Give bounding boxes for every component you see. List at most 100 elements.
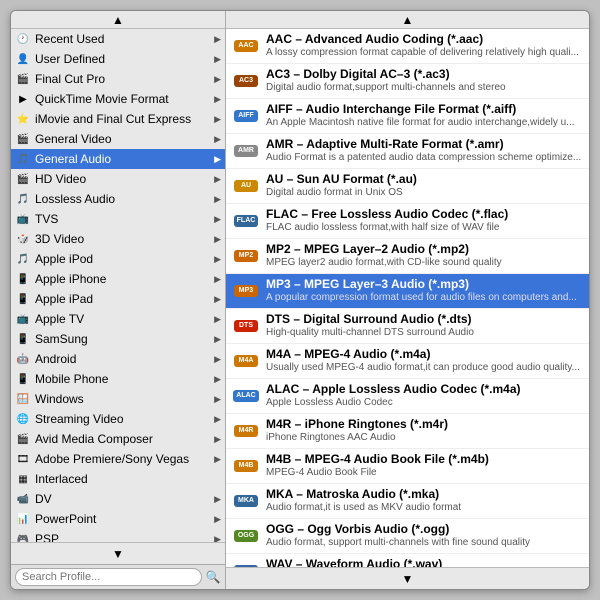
left-scroll-down-button[interactable]: ▼	[11, 542, 225, 564]
left-item-avid-media[interactable]: 🎬 Avid Media Composer ▶	[11, 429, 225, 449]
left-item-apple-ipad[interactable]: 📱 Apple iPad ▶	[11, 289, 225, 309]
right-item-dts[interactable]: DTSDTS – Digital Surround Audio (*.dts)H…	[226, 309, 589, 344]
left-item-apple-iphone[interactable]: 📱 Apple iPhone ▶	[11, 269, 225, 289]
right-item-m4a[interactable]: M4AM4A – MPEG-4 Audio (*.m4a)Usually use…	[226, 344, 589, 379]
left-item-windows[interactable]: 🪟 Windows ▶	[11, 389, 225, 409]
search-icon[interactable]: 🔍	[205, 569, 221, 585]
format-icon-ogg: OGG	[232, 522, 260, 550]
right-item-text-mp2: MP2 – MPEG Layer–2 Audio (*.mp2)MPEG lay…	[266, 242, 502, 269]
right-item-desc-mka: Audio format,it is used as MKV audio for…	[266, 501, 461, 514]
right-item-desc-ogg: Audio format, support multi-channels wit…	[266, 536, 530, 549]
arrow-icon: ▶	[214, 94, 221, 105]
icon-appletv: 📺	[15, 311, 31, 327]
right-item-title-alac: ALAC – Apple Lossless Audio Codec (*.m4a…	[266, 382, 521, 396]
right-item-title-ac3: AC3 – Dolby Digital AC–3 (*.ac3)	[266, 67, 506, 81]
right-item-desc-m4b: MPEG-4 Audio Book File	[266, 466, 489, 479]
right-item-desc-aiff: An Apple Macintosh native file format fo…	[266, 116, 575, 129]
left-item-imovie[interactable]: ⭐ iMovie and Final Cut Express ▶	[11, 109, 225, 129]
left-item-3d-video[interactable]: 🎲 3D Video ▶	[11, 229, 225, 249]
right-item-mp3[interactable]: MP3MP3 – MPEG Layer–3 Audio (*.mp3)A pop…	[226, 274, 589, 309]
arrow-icon: ▶	[214, 274, 221, 285]
left-item-adobe-premiere[interactable]: 🎞 Adobe Premiere/Sony Vegas ▶	[11, 449, 225, 469]
right-item-text-dts: DTS – Digital Surround Audio (*.dts)High…	[266, 312, 474, 339]
icon-interlaced: ▦	[15, 471, 31, 487]
right-item-mp2[interactable]: MP2 MP2 – MPEG Layer–2 Audio (*.mp2)MPEG …	[226, 239, 589, 274]
icon-qt: ▶	[15, 91, 31, 107]
left-item-label: Lossless Audio	[35, 192, 212, 206]
right-scroll-up-button[interactable]: ▲	[226, 11, 589, 29]
left-item-interlaced[interactable]: ▦ Interlaced	[11, 469, 225, 489]
left-item-powerpoint[interactable]: 📊 PowerPoint ▶	[11, 509, 225, 529]
right-item-title-mp3: MP3 – MPEG Layer–3 Audio (*.mp3)	[266, 277, 577, 291]
right-item-ac3[interactable]: AC3AC3 – Dolby Digital AC–3 (*.ac3)Digit…	[226, 64, 589, 99]
search-input[interactable]	[15, 568, 202, 586]
format-icon-wav: WAV	[232, 557, 260, 567]
arrow-icon: ▶	[214, 154, 221, 165]
left-item-android[interactable]: 🤖 Android ▶	[11, 349, 225, 369]
arrow-icon: ▶	[214, 394, 221, 405]
right-item-m4b[interactable]: M4BM4B – MPEG-4 Audio Book File (*.m4b)M…	[226, 449, 589, 484]
left-item-mobile-phone[interactable]: 📱 Mobile Phone ▶	[11, 369, 225, 389]
format-badge-mp2: MP2	[234, 250, 258, 262]
left-item-psp[interactable]: 🎮 PSP ▶	[11, 529, 225, 542]
right-item-au[interactable]: AUAU – Sun AU Format (*.au)Digital audio…	[226, 169, 589, 204]
icon-film: 🎬	[15, 71, 31, 87]
arrow-icon: ▶	[214, 134, 221, 145]
format-badge-m4r: M4R	[234, 425, 258, 437]
right-item-desc-alac: Apple Lossless Audio Codec	[266, 396, 521, 409]
right-scroll-down-button[interactable]: ▼	[226, 567, 589, 589]
right-item-aac[interactable]: AACAAC – Advanced Audio Coding (*.aac)A …	[226, 29, 589, 64]
format-icon-flac: FLAC	[232, 207, 260, 235]
left-item-user-defined[interactable]: 👤 User Defined ▶	[11, 49, 225, 69]
right-item-wav[interactable]: WAVWAV – Waveform Audio (*.wav)Microsoft…	[226, 554, 589, 567]
left-item-label: QuickTime Movie Format	[35, 92, 212, 106]
left-list: 🕐 Recent Used ▶ 👤 User Defined ▶ 🎬 Final…	[11, 29, 225, 542]
left-item-label: User Defined	[35, 52, 212, 66]
left-item-streaming-video[interactable]: 🌐 Streaming Video ▶	[11, 409, 225, 429]
right-item-mka[interactable]: MKAMKA – Matroska Audio (*.mka)Audio for…	[226, 484, 589, 519]
left-item-final-cut-pro[interactable]: 🎬 Final Cut Pro ▶	[11, 69, 225, 89]
right-item-desc-ac3: Digital audio format,support multi-chann…	[266, 81, 506, 94]
arrow-icon: ▶	[214, 514, 221, 525]
left-item-dv[interactable]: 📹 DV ▶	[11, 489, 225, 509]
right-item-desc-m4a: Usually used MPEG-4 audio format,it can …	[266, 361, 580, 374]
format-icon-m4a: M4A	[232, 347, 260, 375]
left-item-tvs[interactable]: 📺 TVS ▶	[11, 209, 225, 229]
left-item-general-audio[interactable]: 🎵 General Audio ▶	[11, 149, 225, 169]
left-item-label: PSP	[35, 532, 212, 542]
icon-dv: 📹	[15, 491, 31, 507]
right-item-alac[interactable]: ALACALAC – Apple Lossless Audio Codec (*…	[226, 379, 589, 414]
left-item-quicktime[interactable]: ▶ QuickTime Movie Format ▶	[11, 89, 225, 109]
panels-row: ▲ 🕐 Recent Used ▶ 👤 User Defined ▶ 🎬 Fin…	[11, 11, 589, 589]
format-icon-mp2: MP2	[232, 242, 260, 270]
left-item-label: Final Cut Pro	[35, 72, 212, 86]
right-item-flac[interactable]: FLACFLAC – Free Lossless Audio Codec (*.…	[226, 204, 589, 239]
left-item-label: TVS	[35, 212, 212, 226]
right-item-amr[interactable]: AMRAMR – Adaptive Multi-Rate Format (*.a…	[226, 134, 589, 169]
format-icon-aac: AAC	[232, 32, 260, 60]
icon-globe: 🌐	[15, 411, 31, 427]
right-item-title-wav: WAV – Waveform Audio (*.wav)	[266, 557, 574, 567]
left-item-apple-ipod[interactable]: 🎵 Apple iPod ▶	[11, 249, 225, 269]
left-item-apple-tv[interactable]: 📺 Apple TV ▶	[11, 309, 225, 329]
left-item-recent-used[interactable]: 🕐 Recent Used ▶	[11, 29, 225, 49]
format-icon-dts: DTS	[232, 312, 260, 340]
left-scroll-up-button[interactable]: ▲	[11, 11, 225, 29]
left-item-label: iMovie and Final Cut Express	[35, 112, 212, 126]
left-item-hd-video[interactable]: 🎬 HD Video ▶	[11, 169, 225, 189]
left-item-samsung[interactable]: 📱 SamSung ▶	[11, 329, 225, 349]
icon-ipod: 🎵	[15, 251, 31, 267]
arrow-icon: ▶	[214, 74, 221, 85]
left-item-general-video[interactable]: 🎬 General Video ▶	[11, 129, 225, 149]
right-item-title-mp2: MP2 – MPEG Layer–2 Audio (*.mp2)	[266, 242, 502, 256]
icon-ppt: 📊	[15, 511, 31, 527]
right-item-aiff[interactable]: AIFFAIFF – Audio Interchange File Format…	[226, 99, 589, 134]
right-item-m4r[interactable]: M4RM4R – iPhone Ringtones (*.m4r)iPhone …	[226, 414, 589, 449]
arrow-icon: ▶	[214, 214, 221, 225]
left-item-lossless-audio[interactable]: 🎵 Lossless Audio ▶	[11, 189, 225, 209]
format-icon-m4b: M4B	[232, 452, 260, 480]
icon-phone: 📱	[15, 371, 31, 387]
icon-user: 👤	[15, 51, 31, 67]
right-item-ogg[interactable]: OGGOGG – Ogg Vorbis Audio (*.ogg)Audio f…	[226, 519, 589, 554]
right-item-title-mka: MKA – Matroska Audio (*.mka)	[266, 487, 461, 501]
